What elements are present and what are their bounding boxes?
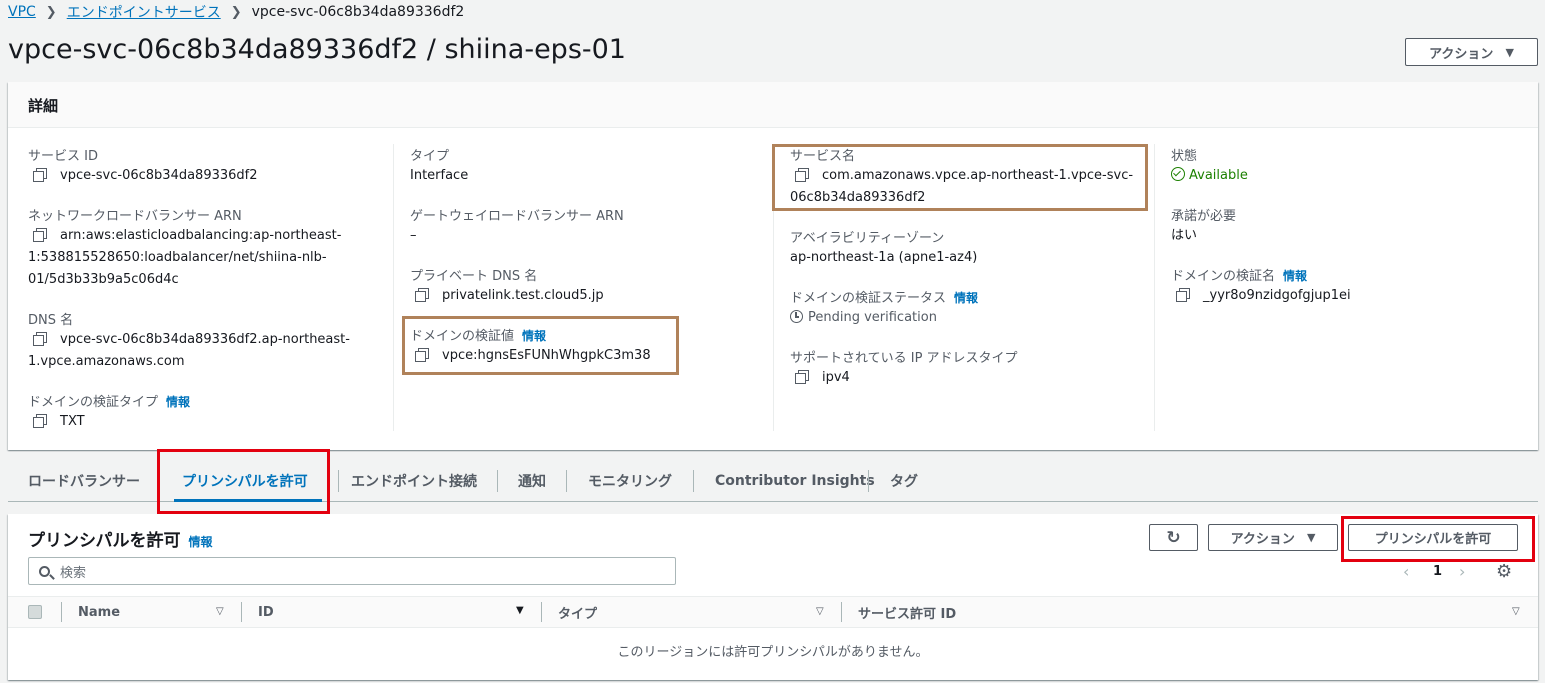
column-header-service-permission-id[interactable]: サービス許可 ID: [858, 596, 956, 628]
search-input[interactable]: 検索: [28, 557, 676, 585]
header-action-button[interactable]: アクション ▼: [1405, 38, 1538, 66]
prev-page-icon[interactable]: ‹: [1403, 562, 1409, 581]
nlb-arn-line2: 1:538815528650:loadbalancer/net/shiina-n…: [28, 250, 327, 265]
sort-desc-icon[interactable]: ▼: [516, 605, 524, 616]
column-divider: [841, 602, 842, 622]
ip-type-value: ipv4: [795, 367, 850, 389]
info-link[interactable]: 情報: [166, 395, 190, 409]
column-divider: [393, 144, 394, 431]
page-title: vpce-svc-06c8b34da89336df2 / shiina-eps-…: [8, 34, 626, 65]
clock-icon: [790, 310, 803, 323]
sort-icon[interactable]: ▽: [1512, 606, 1520, 617]
verification-status-label: ドメインの検証ステータス 情報: [790, 291, 979, 306]
principals-heading: プリンシパルを許可 情報: [28, 531, 213, 551]
tab-divider: [868, 470, 869, 492]
chevron-right-icon: ❯: [230, 4, 242, 20]
dns-name-line2: 1.vpce.amazonaws.com: [28, 354, 185, 369]
highlight-box: [402, 316, 679, 375]
tab-divider: [693, 470, 694, 492]
tab-endpoint-connections[interactable]: エンドポイント接続: [351, 460, 477, 502]
caret-down-icon: ▼: [1306, 531, 1316, 544]
tab-divider: [338, 470, 339, 492]
caret-down-icon: ▼: [1505, 45, 1514, 59]
chevron-right-icon: ❯: [45, 4, 57, 20]
page-number[interactable]: 1: [1433, 564, 1442, 579]
dns-name-label: DNS 名: [28, 313, 74, 328]
breadcrumb: VPC ❯ エンドポイントサービス ❯ vpce-svc-06c8b34da89…: [8, 2, 464, 22]
verification-name-label: ドメインの検証名 情報: [1171, 269, 1308, 284]
nlb-arn-label: ネットワークロードバランサー ARN: [28, 209, 242, 224]
column-divider: [541, 602, 542, 622]
search-placeholder: 検索: [60, 565, 87, 581]
state-label: 状態: [1171, 149, 1198, 164]
verification-name-value: _yyr8o9nzidgofgjup1ei: [1176, 285, 1351, 307]
copy-icon[interactable]: [1176, 288, 1190, 302]
column-header-id[interactable]: ID: [258, 596, 274, 628]
az-label: アベイラビリティーゾーン: [790, 231, 945, 246]
principals-action-button[interactable]: アクション ▼: [1208, 524, 1338, 551]
copy-icon[interactable]: [795, 370, 809, 384]
select-all-checkbox[interactable]: [28, 605, 42, 619]
az-value: ap-northeast-1a (apne1-az4): [790, 250, 978, 265]
info-link[interactable]: 情報: [1283, 269, 1307, 283]
nlb-arn-line1: arn:aws:elasticloadbalancing:ap-northeas…: [33, 225, 341, 247]
header-action-label: アクション: [1429, 46, 1494, 62]
acceptance-label: 承諾が必要: [1171, 209, 1237, 224]
copy-icon[interactable]: [33, 414, 47, 428]
private-dns-label: プライベート DNS 名: [410, 269, 538, 284]
info-link[interactable]: 情報: [189, 535, 213, 549]
verification-type-value: TXT: [33, 411, 85, 433]
empty-state-message: このリージョンには許可プリンシパルがありません。: [617, 645, 929, 660]
tab-contributor-insights[interactable]: Contributor Insights: [715, 460, 875, 502]
nlb-arn-line3: 01/5d3b33b9a5c06d4c: [28, 272, 179, 287]
info-link[interactable]: 情報: [954, 291, 978, 305]
copy-icon[interactable]: [33, 168, 47, 182]
state-value: Available: [1171, 165, 1248, 187]
column-header-name[interactable]: Name: [78, 596, 120, 628]
search-icon: [39, 565, 55, 580]
private-dns-value: privatelink.test.cloud5.jp: [415, 285, 604, 307]
column-header-type[interactable]: タイプ: [558, 596, 597, 628]
next-page-icon[interactable]: ›: [1459, 562, 1465, 581]
tab-monitoring[interactable]: モニタリング: [588, 460, 672, 502]
dns-name-line1: vpce-svc-06c8b34da89336df2.ap-northeast-: [33, 329, 350, 351]
copy-icon[interactable]: [415, 288, 429, 302]
gwlb-arn-value: –: [410, 228, 417, 243]
verification-type-label: ドメインの検証タイプ 情報: [28, 395, 191, 410]
column-divider: [1154, 144, 1155, 431]
gwlb-arn-label: ゲートウェイロードバランサー ARN: [410, 209, 624, 224]
copy-icon[interactable]: [33, 332, 47, 346]
tab-divider: [566, 470, 567, 492]
type-label: タイプ: [410, 149, 450, 164]
check-circle-icon: [1171, 167, 1185, 181]
type-value: Interface: [410, 168, 469, 183]
service-id-value: vpce-svc-06c8b34da89336df2: [33, 165, 258, 187]
breadcrumb-vpc-link[interactable]: VPC: [8, 4, 36, 20]
breadcrumb-current: vpce-svc-06c8b34da89336df2: [251, 4, 465, 20]
highlight-box: [157, 449, 330, 514]
tab-load-balancers[interactable]: ロードバランサー: [28, 460, 140, 502]
verification-status-value: Pending verification: [790, 307, 937, 329]
acceptance-value: はい: [1171, 228, 1198, 243]
copy-icon[interactable]: [33, 228, 47, 242]
refresh-icon: ↻: [1166, 527, 1181, 548]
refresh-button[interactable]: ↻: [1149, 524, 1198, 551]
column-divider: [241, 602, 242, 622]
table-header: [8, 596, 1538, 628]
service-id-label: サービス ID: [28, 149, 98, 164]
breadcrumb-endpoint-services-link[interactable]: エンドポイントサービス: [67, 2, 221, 22]
tab-tags[interactable]: タグ: [890, 460, 918, 502]
sort-icon[interactable]: ▽: [216, 606, 224, 617]
ip-type-label: サポートされている IP アドレスタイプ: [790, 351, 1018, 366]
highlight-box: [772, 144, 1148, 211]
sort-icon[interactable]: ▽: [816, 606, 824, 617]
settings-gear-icon[interactable]: ⚙: [1496, 561, 1512, 582]
tab-notifications[interactable]: 通知: [518, 460, 546, 502]
highlight-box: [1341, 516, 1535, 562]
details-heading: 詳細: [8, 82, 1538, 128]
tab-divider: [497, 470, 498, 492]
principals-action-label: アクション: [1230, 532, 1295, 547]
column-divider: [61, 602, 62, 622]
